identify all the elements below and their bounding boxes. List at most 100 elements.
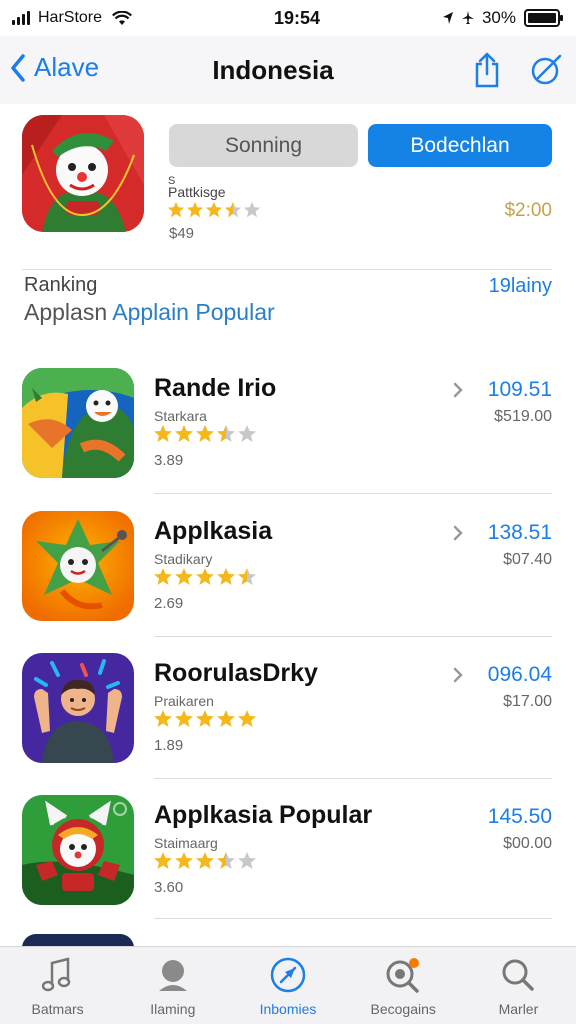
star-icon <box>238 425 256 442</box>
rating-count: 3.60 <box>154 879 184 896</box>
compass-icon <box>268 955 308 995</box>
ranking-link[interactable]: 19lainy <box>489 275 552 298</box>
compass-button[interactable] <box>530 54 562 91</box>
rating-count: 3.89 <box>154 452 184 469</box>
app-icon <box>22 511 134 621</box>
featured-app-icon[interactable] <box>22 115 144 232</box>
featured-price: $2:00 <box>504 200 552 221</box>
person-icon <box>153 955 193 995</box>
star-icon <box>205 201 223 218</box>
star-icon <box>217 852 235 869</box>
wifi-icon <box>112 10 133 25</box>
star-icon <box>224 201 242 218</box>
star-icon <box>186 201 204 218</box>
app-name: Applkasia <box>154 517 273 545</box>
app-developer: Praikaren <box>154 693 214 709</box>
rating-stars <box>153 567 258 592</box>
search-icon <box>498 955 538 995</box>
app-price[interactable]: 138.51 <box>488 521 552 545</box>
navigation-bar: Alave Indonesia <box>0 36 576 104</box>
star-icon <box>167 201 185 218</box>
chevron-right-icon[interactable] <box>452 525 464 541</box>
tab-bar: Batmars Ilaming Inbomies Becogains Marle… <box>0 946 576 1024</box>
app-icon <box>22 653 134 763</box>
status-bar: HarStore 19:54 30% <box>0 0 576 36</box>
carrier-label: HarStore <box>38 9 103 26</box>
tab-batmars[interactable]: Batmars <box>0 947 115 1024</box>
segment-bodechlan[interactable]: Bodechlan <box>368 124 552 167</box>
star-icon <box>154 568 172 585</box>
compass-icon <box>531 54 562 85</box>
star-icon <box>196 852 214 869</box>
divider <box>154 918 552 919</box>
ranking-label: Ranking <box>24 274 98 296</box>
star-icon <box>175 425 193 442</box>
music-note-icon <box>38 955 78 995</box>
app-secondary-price: $07.40 <box>503 551 552 568</box>
star-icon <box>154 425 172 442</box>
share-button[interactable] <box>473 52 501 93</box>
list-item[interactable]: Applkasia Stadikary 2.69 138.51 $07.40 <box>0 511 576 651</box>
airplane-icon <box>461 11 474 24</box>
list-item[interactable]: RoorulasDrky Praikaren 1.89 096.04 $17.0… <box>0 653 576 793</box>
star-icon <box>196 568 214 585</box>
star-icon <box>175 568 193 585</box>
app-name: RoorulasDrky <box>154 659 318 687</box>
featured-rating-stars <box>167 201 262 224</box>
tab-label: Becogains <box>370 1001 436 1017</box>
list-item[interactable]: Rande Irio Starkara 3.89 109.51 $519.00 <box>0 368 576 508</box>
tab-label: Batmars <box>31 1001 84 1017</box>
divider <box>154 493 552 494</box>
star-icon <box>243 201 261 218</box>
app-secondary-price: $519.00 <box>494 408 552 425</box>
app-name: Rande Irio <box>154 374 277 402</box>
ranking-title-plain: Applasn <box>24 299 108 325</box>
share-icon <box>475 52 499 88</box>
tab-label: Inbomies <box>259 1001 317 1017</box>
tab-marler[interactable]: Marler <box>461 947 576 1024</box>
chevron-right-icon[interactable] <box>452 667 464 683</box>
battery-icon <box>524 9 563 27</box>
app-price[interactable]: 096.04 <box>488 663 552 687</box>
ranking-title: Applasn Applain Popular <box>24 299 275 326</box>
star-icon <box>217 425 235 442</box>
divider <box>154 636 552 637</box>
list-item[interactable]: Applkasia Popular Staimaarg 3.60 145.50 … <box>0 795 576 935</box>
star-icon <box>196 710 214 727</box>
segment-sonning[interactable]: Sonning <box>169 124 358 167</box>
status-time: 19:54 <box>273 7 320 28</box>
star-icon <box>238 852 256 869</box>
rating-count: 1.89 <box>154 737 184 754</box>
tab-ilaming[interactable]: Ilaming <box>115 947 230 1024</box>
search-badge-icon <box>383 955 423 995</box>
star-icon <box>175 710 193 727</box>
divider <box>22 269 552 270</box>
rating-stars <box>153 709 258 734</box>
app-developer: Staimaarg <box>154 835 218 851</box>
app-icon <box>22 795 134 905</box>
app-developer: Starkara <box>154 408 207 424</box>
app-name: Applkasia Popular <box>154 801 373 829</box>
app-icon <box>22 368 134 478</box>
featured-subtext: $49 <box>169 225 195 242</box>
app-developer: Stadikary <box>154 551 213 567</box>
app-price[interactable]: 145.50 <box>488 805 552 829</box>
rating-stars <box>153 851 258 876</box>
star-icon <box>196 425 214 442</box>
app-price[interactable]: 109.51 <box>488 378 552 402</box>
signal-icon <box>12 11 30 25</box>
tab-label: Marler <box>498 1001 539 1017</box>
chevron-right-icon[interactable] <box>452 382 464 398</box>
rating-stars <box>153 424 258 449</box>
location-icon <box>442 12 453 24</box>
app-secondary-price: $17.00 <box>503 693 552 710</box>
divider <box>154 778 552 779</box>
star-icon <box>217 710 235 727</box>
tab-becogains[interactable]: Becogains <box>346 947 461 1024</box>
star-icon <box>238 568 256 585</box>
ranking-title-blue[interactable]: Applain Popular <box>112 299 274 325</box>
star-icon <box>154 710 172 727</box>
star-icon <box>217 568 235 585</box>
star-icon <box>175 852 193 869</box>
tab-inbomies[interactable]: Inbomies <box>230 947 345 1024</box>
